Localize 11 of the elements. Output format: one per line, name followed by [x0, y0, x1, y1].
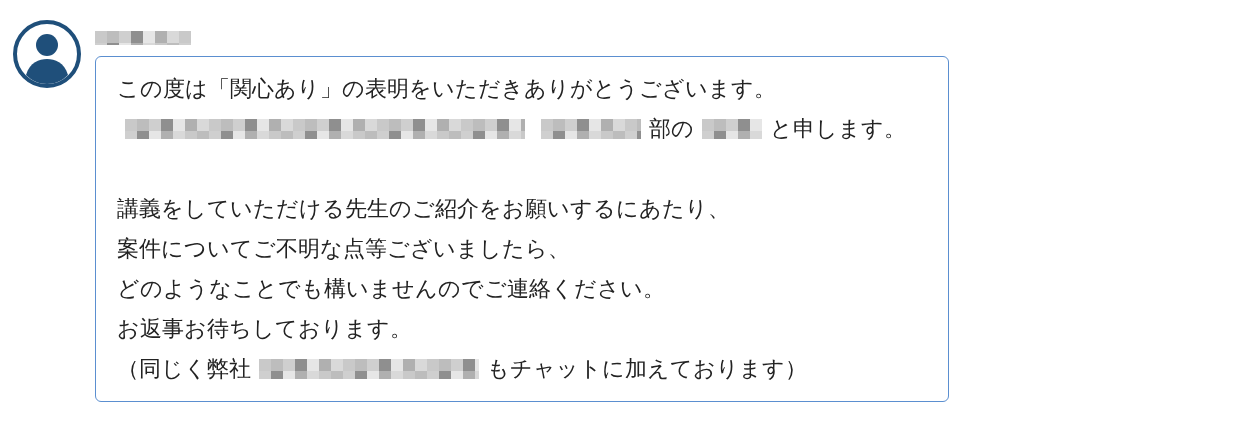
avatar-icon: [13, 20, 81, 88]
message-text: （同じく弊社: [117, 355, 251, 383]
message-text: お返事お待ちしております。: [117, 315, 412, 343]
blurred-text: [702, 119, 762, 139]
message-text: 部の: [649, 115, 694, 143]
message-text: もチャットに加えております）: [487, 355, 807, 383]
message-text: 講義をしていただける先生のご紹介をお願いするにあたり、: [117, 195, 730, 223]
message-text: 案件についてご不明な点等ございましたら、: [117, 235, 570, 263]
message-text: この度は「関心あり」の表明をいただきありがとうございます。: [117, 75, 776, 103]
message-text: と申します。: [770, 115, 906, 143]
message-text: どのようなことでも構いませんのでご連絡ください。: [117, 275, 665, 303]
